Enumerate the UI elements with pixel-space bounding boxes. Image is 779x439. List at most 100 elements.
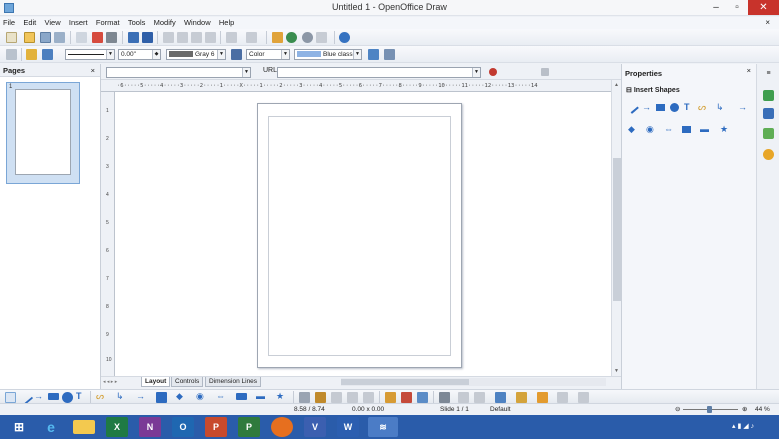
horizontal-ruler[interactable]: ·6·····5·····4·····3·····2·····1·····X··… — [101, 80, 611, 92]
zoom-slider-knob[interactable] — [707, 406, 712, 413]
rectangle-icon[interactable] — [48, 393, 59, 400]
text-icon[interactable]: T — [684, 103, 693, 112]
lines-arrows-icon[interactable]: → — [136, 391, 147, 402]
basic-shapes-icon[interactable]: ◆ — [176, 391, 187, 402]
navigator-deck-icon[interactable] — [763, 149, 774, 160]
form-controls-icon[interactable] — [516, 392, 527, 403]
visio-icon[interactable]: V — [304, 417, 326, 437]
stars-icon[interactable]: ★ — [720, 125, 729, 134]
menu-edit[interactable]: Edit — [20, 17, 39, 29]
email-icon[interactable] — [54, 32, 65, 43]
line-icon[interactable] — [6, 49, 17, 60]
symbol-shapes-icon[interactable]: ◉ — [196, 391, 207, 402]
minimize-button[interactable]: – — [706, 0, 726, 15]
block-icon[interactable] — [156, 392, 167, 403]
points-icon[interactable] — [299, 392, 310, 403]
line-icon[interactable] — [626, 101, 639, 114]
autospellcheck-icon[interactable] — [142, 32, 153, 43]
menu-view[interactable]: View — [42, 17, 64, 29]
fontwork-gallery-icon[interactable] — [417, 392, 428, 403]
horizontal-scroll-thumb[interactable] — [341, 379, 469, 385]
block-arrows-icon[interactable]: ⇔ — [664, 125, 673, 134]
3d-objects-icon[interactable] — [495, 392, 506, 403]
menu-insert[interactable]: Insert — [66, 17, 91, 29]
basic-shapes-icon[interactable]: ◆ — [628, 125, 637, 134]
word-icon[interactable]: W — [337, 417, 359, 437]
shadow-icon[interactable] — [368, 49, 379, 60]
project-icon[interactable]: P — [238, 417, 260, 437]
properties-deck-icon[interactable] — [763, 90, 774, 101]
collapse-icon[interactable]: ⊟ — [626, 87, 634, 94]
line-style-icon[interactable] — [42, 49, 53, 60]
menu-tools[interactable]: Tools — [125, 17, 149, 29]
export-pdf-icon[interactable] — [92, 32, 103, 43]
windows-start-icon[interactable]: ⊞ — [8, 417, 30, 437]
tab-navigation-icon[interactable]: ◂ ◂ ▸ ▸ — [103, 377, 117, 387]
connector-icon[interactable]: ↳ — [716, 103, 725, 112]
styles-deck-icon[interactable] — [763, 108, 774, 119]
firefox-icon[interactable] — [271, 417, 293, 437]
url-input[interactable]: ▼ — [277, 67, 481, 78]
tab-layout[interactable]: Layout — [141, 377, 171, 387]
menu-format[interactable]: Format — [93, 17, 123, 29]
save-icon[interactable] — [40, 32, 51, 43]
extrusion-icon[interactable] — [363, 392, 374, 403]
close-button[interactable]: ✕ — [748, 0, 779, 15]
close-properties-button[interactable]: × — [747, 64, 751, 77]
vertical-scrollbar[interactable]: ▲ ▼ — [611, 80, 621, 376]
edit-file-icon[interactable] — [76, 32, 87, 43]
chart-icon[interactable] — [272, 32, 283, 43]
arrange-icon[interactable] — [474, 392, 485, 403]
menu-window[interactable]: Window — [181, 17, 214, 29]
menu-file[interactable]: File — [0, 17, 18, 29]
openoffice-icon[interactable]: ≋ — [368, 417, 398, 437]
effects-icon[interactable] — [439, 392, 450, 403]
area-icon[interactable] — [231, 49, 242, 60]
position-size-icon[interactable] — [384, 49, 395, 60]
page-thumbnail[interactable]: 1 — [6, 82, 80, 184]
area-color-select[interactable]: Blue classic ▼ — [294, 49, 362, 60]
redo-icon[interactable] — [246, 32, 257, 43]
copy-icon[interactable] — [177, 32, 188, 43]
onenote-icon[interactable]: N — [139, 417, 161, 437]
record-icon[interactable] — [489, 68, 497, 76]
outlook-icon[interactable]: O — [172, 417, 194, 437]
block-arrows-icon[interactable]: ⇔ — [216, 391, 227, 402]
text-icon[interactable]: T — [76, 391, 87, 402]
paste-icon[interactable] — [191, 32, 202, 43]
undo-icon[interactable] — [226, 32, 237, 43]
new-icon[interactable] — [6, 32, 17, 43]
menu-help[interactable]: Help — [216, 17, 237, 29]
extrusion-toggle-icon[interactable] — [578, 392, 589, 403]
alignment-icon[interactable] — [458, 392, 469, 403]
more-controls-icon[interactable] — [557, 392, 568, 403]
line-width-field[interactable]: 0.00" ◆ — [118, 49, 161, 60]
close-document-button[interactable]: × — [762, 17, 773, 29]
symbol-shapes-icon[interactable]: ◉ — [646, 125, 655, 134]
connector-icon[interactable]: ↳ — [116, 391, 127, 402]
scroll-up-icon[interactable]: ▲ — [614, 82, 619, 88]
flip-icon[interactable] — [347, 392, 358, 403]
cut-icon[interactable] — [163, 32, 174, 43]
select-icon[interactable] — [5, 392, 16, 403]
spellcheck-icon[interactable] — [128, 32, 139, 43]
drawing-canvas[interactable]: ·6·····5·····4·····3·····2·····1·····X··… — [101, 80, 621, 376]
zoom-in-icon[interactable]: ⊕ — [742, 404, 747, 415]
help-icon[interactable] — [339, 32, 350, 43]
maximize-button[interactable]: ▫ — [727, 0, 747, 15]
callouts-icon[interactable]: ▬ — [256, 391, 267, 402]
powerpoint-icon[interactable]: P — [205, 417, 227, 437]
zoom-level[interactable]: 44 % — [755, 404, 770, 415]
close-pages-pane-button[interactable]: × — [91, 64, 95, 77]
gallery-icon[interactable] — [401, 392, 412, 403]
line-color-select[interactable]: Gray 6 ▼ — [166, 49, 226, 60]
tab-controls[interactable]: Controls — [171, 377, 204, 387]
document-page[interactable] — [257, 103, 462, 368]
arrow-icon[interactable]: → — [642, 103, 651, 112]
image-from-file-icon[interactable] — [385, 392, 396, 403]
rectangle-icon[interactable] — [656, 104, 665, 111]
vertical-ruler[interactable]: 1 2 3 4 5 6 7 8 9 10 — [101, 92, 115, 376]
system-tray[interactable]: ▴ ▮ ◢ ♪ — [732, 422, 754, 430]
file-explorer-icon[interactable] — [73, 420, 95, 434]
scroll-down-icon[interactable]: ▼ — [614, 368, 619, 374]
